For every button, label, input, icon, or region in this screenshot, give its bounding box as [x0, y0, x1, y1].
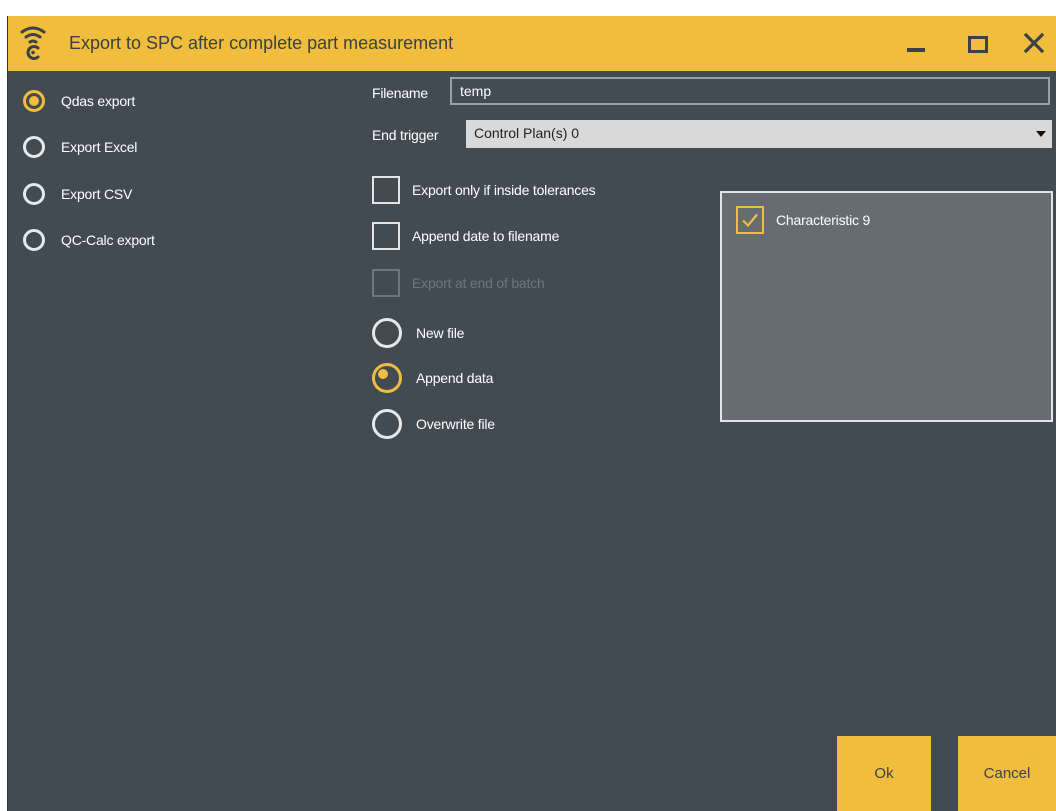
- characteristics-list[interactable]: Characteristic 9: [720, 191, 1053, 422]
- radio-button[interactable]: [372, 318, 402, 348]
- radio-button[interactable]: [23, 183, 45, 205]
- option-label: Append date to filename: [412, 228, 560, 244]
- option-label: Export at end of batch: [412, 275, 545, 291]
- export-type-label: Export Excel: [61, 139, 138, 155]
- option-inside-tolerances[interactable]: Export only if inside tolerances: [372, 176, 596, 204]
- ok-button[interactable]: Ok: [837, 736, 931, 811]
- radio-button[interactable]: [372, 409, 402, 439]
- export-type-csv[interactable]: Export CSV: [23, 183, 132, 205]
- radio-button-selected[interactable]: [372, 363, 402, 393]
- export-type-excel[interactable]: Export Excel: [23, 136, 137, 158]
- end-trigger-label: End trigger: [372, 127, 439, 143]
- close-icon: [1023, 32, 1045, 54]
- file-mode-overwrite[interactable]: Overwrite file: [372, 409, 495, 439]
- checkbox-disabled: [372, 269, 400, 297]
- checkbox[interactable]: [372, 222, 400, 250]
- checkbox-checked[interactable]: [736, 206, 764, 234]
- minimize-icon: [907, 48, 925, 52]
- end-trigger-dropdown[interactable]: Control Plan(s) 0: [466, 120, 1052, 148]
- characteristic-item[interactable]: Characteristic 9: [736, 206, 870, 234]
- export-type-label: Qdas export: [61, 93, 136, 109]
- file-mode-label: New file: [416, 325, 465, 341]
- file-mode-new[interactable]: New file: [372, 318, 464, 348]
- file-mode-label: Append data: [416, 370, 494, 386]
- cancel-button[interactable]: Cancel: [958, 736, 1056, 811]
- export-type-label: QC-Calc export: [61, 232, 155, 248]
- option-label: Export only if inside tolerances: [412, 182, 596, 198]
- radio-button[interactable]: [23, 229, 45, 251]
- maximize-icon: [968, 36, 988, 53]
- option-end-of-batch: Export at end of batch: [372, 269, 545, 297]
- export-type-label: Export CSV: [61, 186, 133, 202]
- filename-input[interactable]: temp: [450, 77, 1050, 105]
- file-mode-append[interactable]: Append data: [372, 363, 493, 393]
- radio-button[interactable]: [23, 136, 45, 158]
- filename-label: Filename: [372, 85, 428, 101]
- export-dialog: Export to SPC after complete part measur…: [8, 16, 1056, 811]
- minimize-button[interactable]: [898, 26, 934, 60]
- close-button[interactable]: [1016, 26, 1052, 60]
- characteristic-label: Characteristic 9: [776, 212, 871, 228]
- dropdown-arrow-icon[interactable]: [1036, 131, 1046, 137]
- wifi-signal-icon: [20, 26, 46, 60]
- export-type-qdas[interactable]: Qdas export: [23, 90, 135, 112]
- export-type-qc-calc[interactable]: QC-Calc export: [23, 229, 155, 251]
- file-mode-label: Overwrite file: [416, 416, 495, 432]
- checkmark-icon: [742, 213, 758, 228]
- radio-button-selected[interactable]: [23, 90, 45, 112]
- window-title: Export to SPC after complete part measur…: [69, 33, 454, 53]
- title-bar[interactable]: Export to SPC after complete part measur…: [8, 16, 1056, 71]
- maximize-button[interactable]: [958, 26, 994, 60]
- checkbox[interactable]: [372, 176, 400, 204]
- end-trigger-value: Control Plan(s) 0: [474, 125, 580, 141]
- option-append-date[interactable]: Append date to filename: [372, 222, 559, 250]
